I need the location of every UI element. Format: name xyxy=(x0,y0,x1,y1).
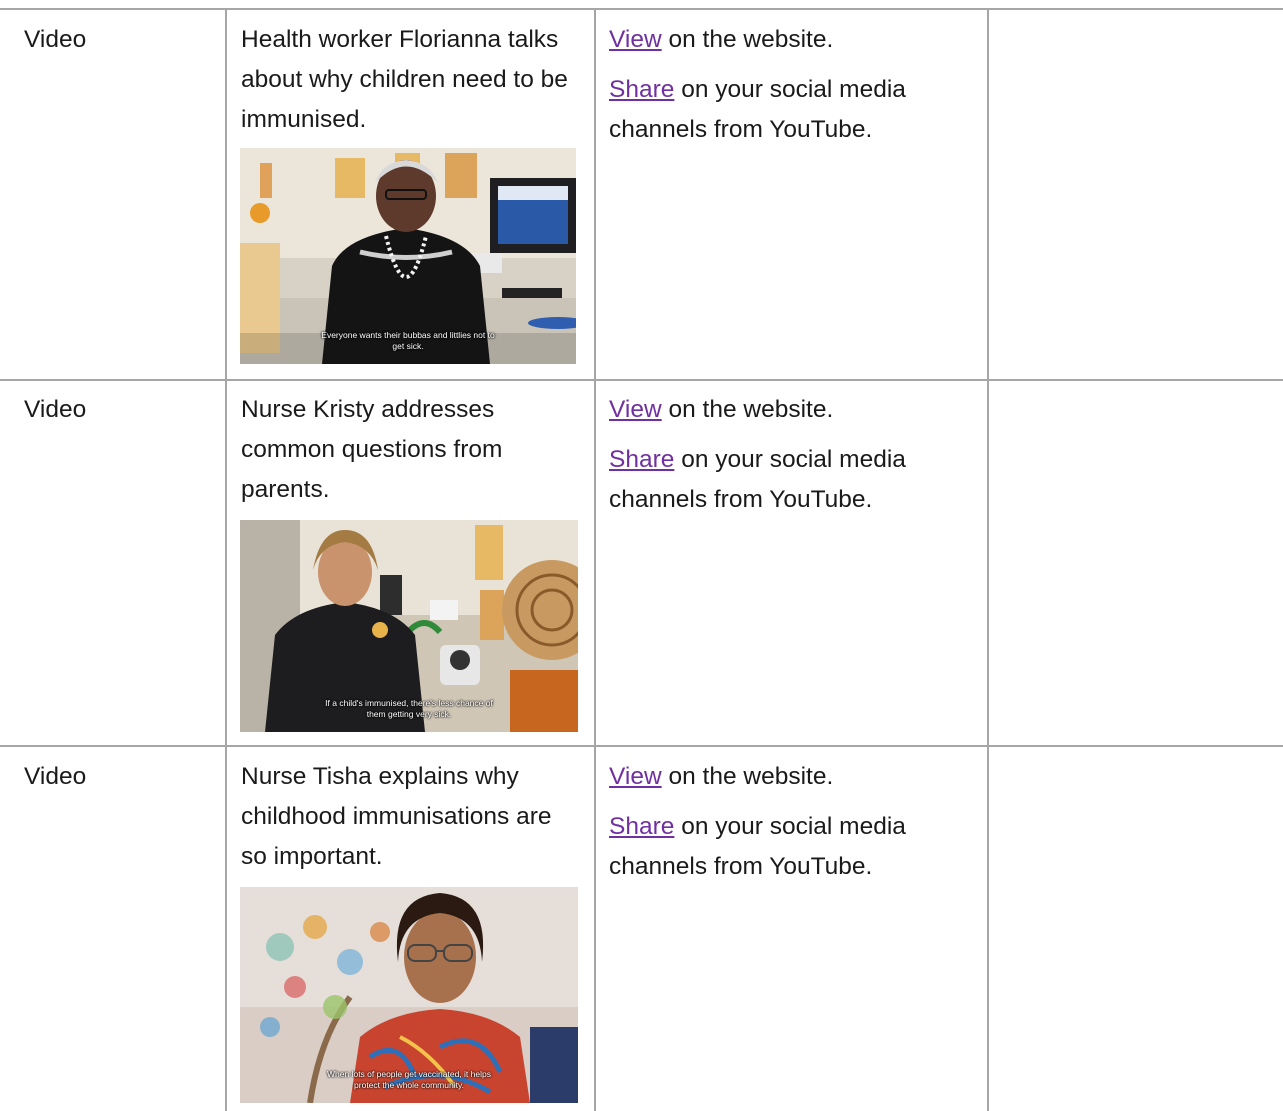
view-line: View on the website. xyxy=(609,390,979,430)
view-line: View on the website. xyxy=(609,757,979,797)
row-divider xyxy=(0,745,1283,747)
view-link[interactable]: View xyxy=(609,396,662,423)
view-line: View on the website. xyxy=(609,20,979,60)
view-link[interactable]: View xyxy=(609,26,662,53)
column-divider xyxy=(594,9,596,1111)
caption-line-2: get sick. xyxy=(392,341,424,351)
column-divider xyxy=(225,9,227,1111)
table-row-2-type: Video xyxy=(24,396,87,423)
video-caption: When lots of people get vaccinated, it h… xyxy=(240,1069,578,1091)
view-text: on the website. xyxy=(661,26,834,53)
table-row-3-type: Video xyxy=(24,763,87,790)
row-divider xyxy=(0,379,1283,381)
caption-line-2: them getting very sick. xyxy=(366,709,452,719)
caption-line-2: protect the whole community. xyxy=(354,1080,464,1090)
table-row-1-type: Video xyxy=(24,26,87,53)
view-text: on the website. xyxy=(661,396,834,423)
table-row-1-description: Health worker Florianna talks about why … xyxy=(241,26,568,133)
share-line: Share on your social media channels from… xyxy=(609,440,979,520)
share-link[interactable]: Share xyxy=(609,813,674,840)
share-line: Share on your social media channels from… xyxy=(609,807,979,887)
video-caption: If a child's immunised, there's less cha… xyxy=(240,698,578,720)
view-text: on the website. xyxy=(661,763,834,790)
caption-line-1: When lots of people get vaccinated, it h… xyxy=(327,1069,491,1079)
table-row-2-links: View on the website. Share on your socia… xyxy=(609,390,979,530)
video-thumbnail-florianna[interactable]: Everyone wants their bubbas and littlies… xyxy=(240,148,576,364)
video-thumbnail-tisha[interactable]: When lots of people get vaccinated, it h… xyxy=(240,887,578,1103)
table-row-3-links: View on the website. Share on your socia… xyxy=(609,757,979,897)
table-row-1-links: View on the website. Share on your socia… xyxy=(609,20,979,160)
caption-line-1: If a child's immunised, there's less cha… xyxy=(325,698,493,708)
share-line: Share on your social media channels from… xyxy=(609,70,979,150)
caption-line-1: Everyone wants their bubbas and littlies… xyxy=(321,330,495,340)
resources-table: Video Health worker Florianna talks abou… xyxy=(0,0,1283,1111)
video-thumbnail-kristy[interactable]: If a child's immunised, there's less cha… xyxy=(240,520,578,732)
table-row-3-description: Nurse Tisha explains why childhood immun… xyxy=(241,763,552,870)
view-link[interactable]: View xyxy=(609,763,662,790)
table-row-2-description: Nurse Kristy addresses common questions … xyxy=(241,396,503,503)
share-link[interactable]: Share xyxy=(609,446,674,473)
video-caption: Everyone wants their bubbas and littlies… xyxy=(240,330,576,352)
column-divider xyxy=(987,9,989,1111)
share-link[interactable]: Share xyxy=(609,76,674,103)
table-border-top xyxy=(0,8,1283,10)
